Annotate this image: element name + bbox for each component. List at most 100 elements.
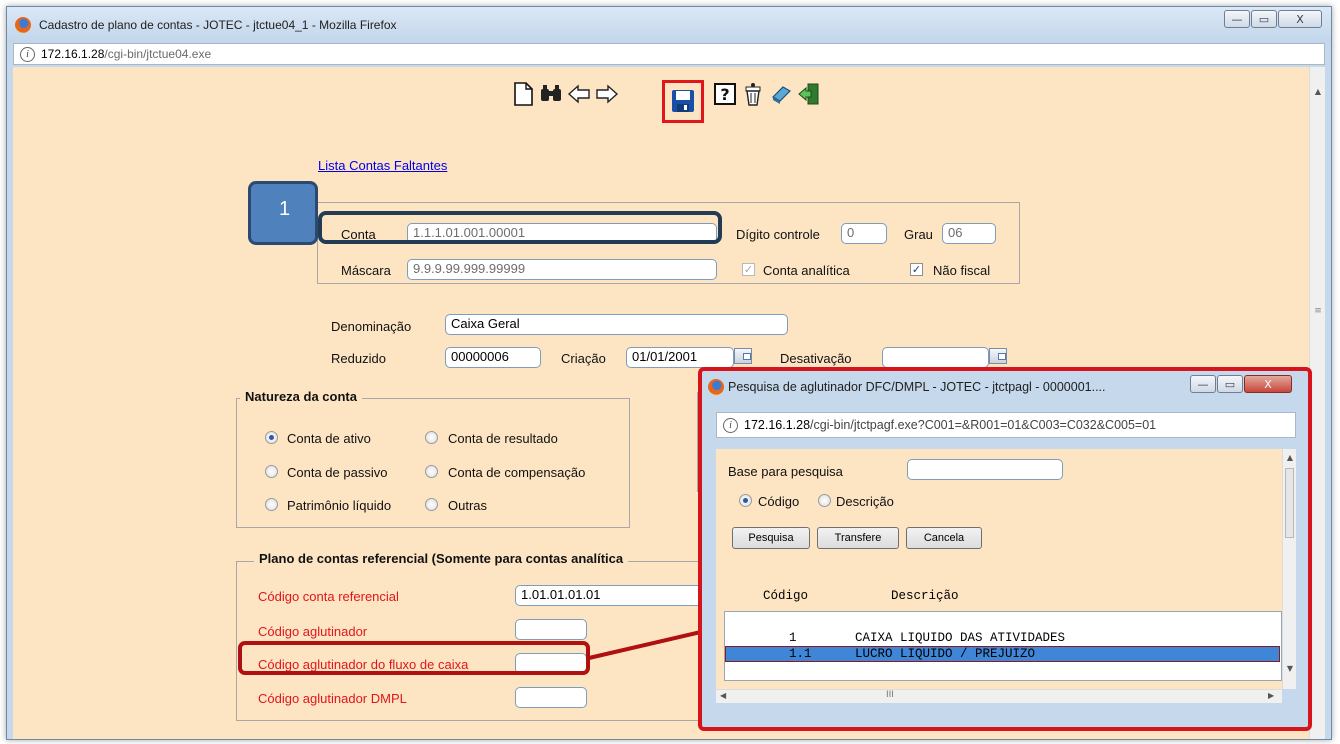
nao-fiscal-checkbox[interactable]: ✓ — [910, 263, 923, 276]
codigo-referencial-label: Código conta referencial — [258, 589, 399, 604]
exit-icon[interactable] — [796, 81, 822, 107]
binoculars-search-icon[interactable] — [538, 81, 564, 107]
popup-title-bar: Pesquisa de aglutinador DFC/DMPL - JOTEC… — [702, 371, 1308, 401]
new-document-icon[interactable] — [510, 81, 536, 107]
cancela-button[interactable]: Cancela — [906, 527, 982, 549]
codigo-referencial-field[interactable]: 1.01.01.01.01 — [515, 585, 705, 606]
scroll-grip-icon[interactable]: ≡ — [1310, 306, 1326, 316]
codigo-dmpl-field[interactable] — [515, 687, 587, 708]
popup-info-icon[interactable]: i — [723, 417, 738, 433]
denominacao-field[interactable]: Caixa Geral — [445, 314, 788, 335]
popup-title: Pesquisa de aglutinador DFC/DMPL - JOTEC… — [728, 380, 1106, 394]
popup-minimize-button[interactable]: — — [1190, 375, 1216, 393]
popup-horizontal-scrollbar[interactable]: ◀ III ▶ — [716, 689, 1282, 703]
popup-maximize-button[interactable]: ▭ — [1217, 375, 1243, 393]
digito-controle-label: Dígito controle — [736, 227, 820, 242]
codigo-aglutinador-label: Código aglutinador — [258, 624, 368, 639]
denominacao-label: Denominação — [331, 319, 412, 334]
radio-outras[interactable] — [425, 498, 438, 511]
help-icon[interactable]: ? — [712, 81, 738, 107]
codigo-dmpl-label: Código aglutinador DMPL — [258, 691, 407, 706]
radio-conta-compensacao[interactable] — [425, 465, 438, 478]
mascara-field[interactable]: 9.9.9.99.999.99999 — [407, 259, 717, 280]
popup-url-host: 172.16.1.28 — [744, 418, 811, 432]
popup-address-bar[interactable]: i 172.16.1.28/cgi-bin/jtctpagf.exe?C001=… — [716, 412, 1296, 438]
mascara-label: Máscara — [341, 263, 391, 278]
firefox-logo-icon — [15, 17, 31, 33]
arrow-right-icon[interactable] — [594, 81, 620, 107]
popup-scroll-thumb[interactable] — [1285, 468, 1294, 538]
reduzido-field[interactable]: 00000006 — [445, 347, 541, 368]
radio-descricao-label: Descrição — [836, 494, 894, 509]
criacao-field[interactable]: 01/01/2001 — [626, 347, 734, 368]
natureza-legend: Natureza da conta — [240, 389, 362, 404]
window-title: Cadastro de plano de contas - JOTEC - jt… — [39, 18, 397, 32]
transfere-button[interactable]: Transfere — [817, 527, 899, 549]
desativacao-label: Desativação — [780, 351, 852, 366]
popup-hscroll-grip[interactable]: III — [886, 690, 894, 700]
trash-icon[interactable] — [740, 81, 766, 107]
close-button[interactable]: X — [1278, 10, 1322, 28]
address-bar[interactable]: i 172.16.1.28/cgi-bin/jtctue04.exe — [13, 43, 1325, 65]
label-conta-resultado: Conta de resultado — [448, 431, 558, 446]
base-pesquisa-label: Base para pesquisa — [728, 464, 843, 479]
results-list[interactable]: 1 CAIXA LIQUIDO DAS ATIVIDADES 1.1 LUCRO L… — [724, 611, 1282, 681]
radio-conta-resultado[interactable] — [425, 431, 438, 444]
erase-icon[interactable] — [768, 81, 794, 107]
nao-fiscal-label: Não fiscal — [933, 263, 991, 278]
desativacao-calendar-icon[interactable] — [989, 348, 1007, 364]
popup-content: Base para pesquisa Código Descrição Pesq… — [716, 449, 1282, 689]
title-bar: Cadastro de plano de contas - JOTEC - jt… — [7, 7, 1331, 43]
col-descricao-header: Descrição — [891, 589, 959, 603]
conta-highlight-frame — [318, 211, 722, 244]
col-codigo-header: Código — [763, 589, 809, 603]
list-item-descricao: CAIXA LIQUIDO DAS ATIVIDADES — [855, 631, 1066, 645]
search-popup-window: Pesquisa de aglutinador DFC/DMPL - JOTEC… — [698, 367, 1312, 731]
pesquisa-button[interactable]: Pesquisa — [732, 527, 810, 549]
maximize-button[interactable]: ▭ — [1251, 10, 1277, 28]
label-outras: Outras — [448, 498, 488, 513]
missing-accounts-link[interactable]: Lista Contas Faltantes — [318, 158, 447, 173]
radio-conta-passivo[interactable] — [265, 465, 278, 478]
popup-close-button[interactable]: X — [1244, 375, 1292, 393]
info-icon[interactable]: i — [20, 46, 35, 62]
radio-descricao[interactable] — [818, 494, 831, 507]
grau-field[interactable]: 06 — [942, 223, 996, 244]
digito-controle-field[interactable]: 0 — [841, 223, 887, 244]
list-item-codigo: 1.1.1 — [790, 664, 828, 678]
url-host: 172.16.1.28 — [41, 47, 105, 61]
codigo-aglutinador-field[interactable] — [515, 619, 587, 640]
radio-codigo-label: Código — [758, 494, 800, 509]
popup-scroll-right-icon[interactable]: ▶ — [1268, 691, 1274, 700]
step-callout: 1 — [248, 181, 318, 245]
svg-text:?: ? — [720, 85, 729, 104]
popup-scroll-down-icon[interactable]: ▼ — [1283, 664, 1297, 673]
popup-vertical-scrollbar[interactable]: ▲ ▼ — [1282, 449, 1296, 689]
reduzido-label: Reduzido — [331, 351, 386, 366]
popup-url-path: /cgi-bin/jtctpagf.exe?C001=&R001=01&C003… — [810, 418, 1157, 432]
criacao-label: Criação — [561, 351, 606, 366]
fluxo-highlight-frame — [238, 641, 590, 675]
popup-scroll-up-icon[interactable]: ▲ — [1283, 453, 1297, 462]
base-pesquisa-field[interactable] — [907, 459, 1063, 480]
popup-firefox-logo-icon — [708, 379, 724, 395]
radio-patrimonio-liquido[interactable] — [265, 498, 278, 511]
conta-analitica-label: Conta analítica — [763, 263, 850, 278]
desativacao-field[interactable] — [882, 347, 989, 368]
label-conta-compensacao: Conta de compensação — [448, 465, 586, 480]
grau-label: Grau — [904, 227, 933, 242]
label-conta-ativo: Conta de ativo — [287, 431, 371, 446]
arrow-left-icon[interactable] — [566, 81, 592, 107]
conta-analitica-checkbox[interactable]: ✓ — [742, 263, 755, 276]
scroll-up-arrow-icon[interactable]: ▲ — [1310, 87, 1326, 96]
save-icon[interactable] — [670, 88, 696, 114]
list-item-descricao: LUCRO LIQUIDO / PREJUIZO — [856, 664, 1037, 678]
minimize-button[interactable]: — — [1224, 10, 1250, 28]
radio-codigo[interactable] — [739, 494, 752, 507]
list-item-descricao: LUCRO LIQUIDO / PREJUIZO — [855, 647, 1036, 661]
list-item[interactable]: 1 CAIXA LIQUIDO DAS ATIVIDADES — [725, 614, 1281, 645]
popup-scroll-left-icon[interactable]: ◀ — [720, 691, 726, 700]
plano-referencial-legend: Plano de contas referencial (Somente par… — [254, 551, 629, 566]
radio-conta-ativo[interactable] — [265, 431, 278, 444]
criacao-calendar-icon[interactable] — [734, 348, 752, 364]
